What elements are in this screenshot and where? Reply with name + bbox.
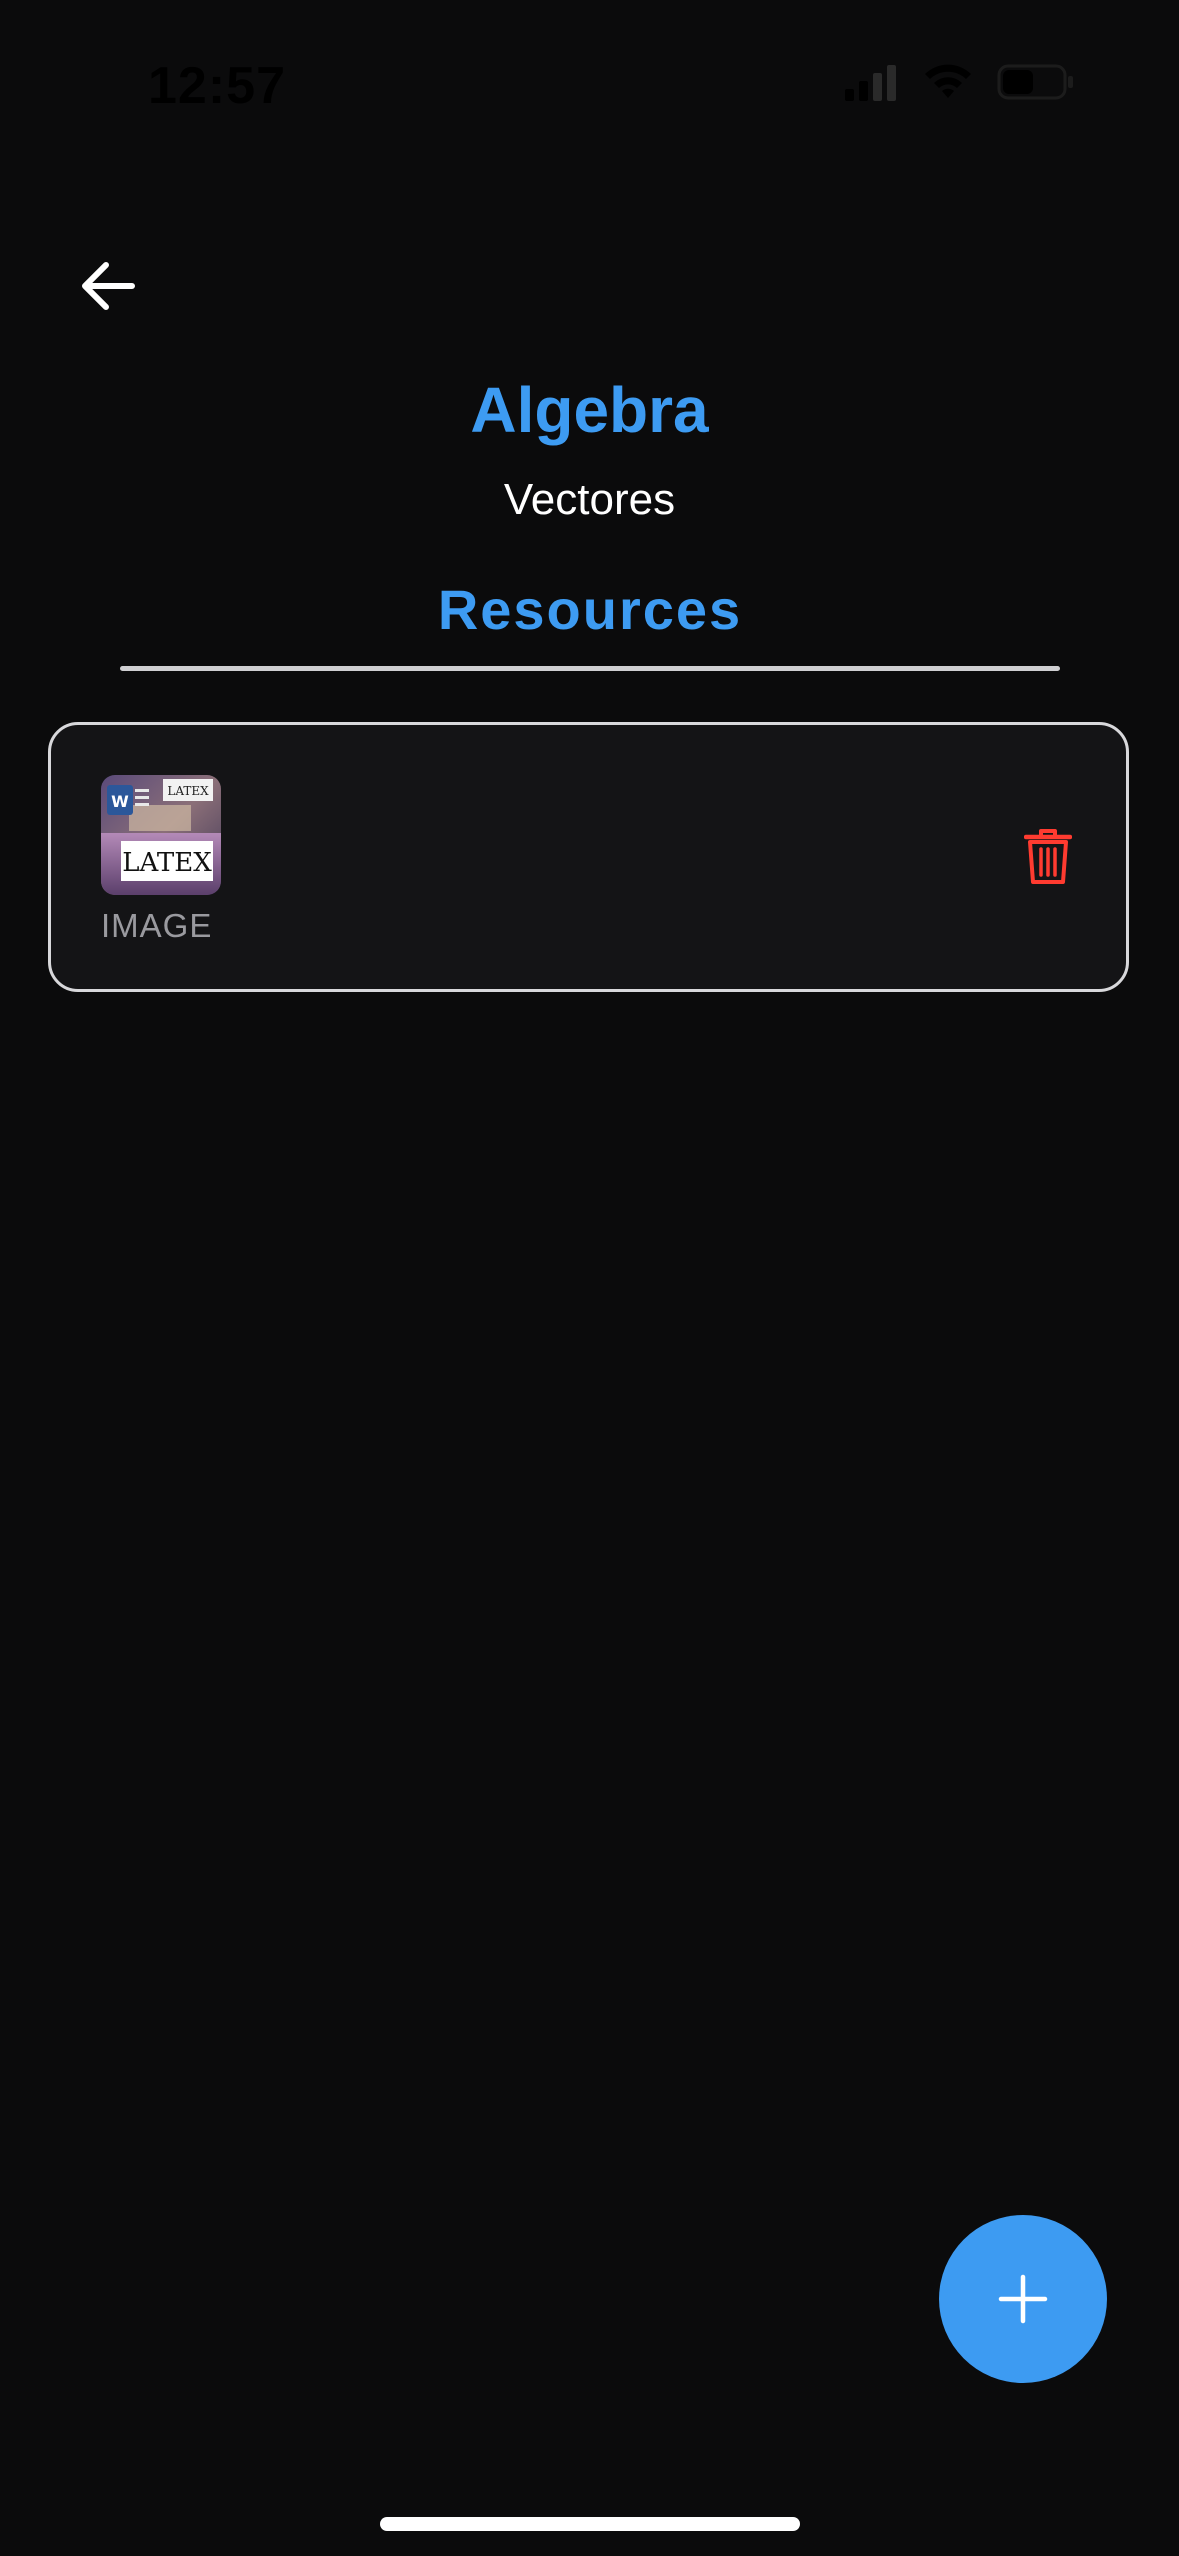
svg-text:W: W (111, 792, 129, 811)
status-bar: 12:57 (0, 0, 1179, 150)
resource-type-label: IMAGE (101, 907, 213, 944)
page-subtitle: Vectores (503, 475, 676, 524)
status-time: 12:57 (148, 57, 286, 115)
tab-label: Resources (437, 578, 743, 641)
cellular-signal-icon (845, 65, 896, 101)
resource-card[interactable]: W LATEX LATEX IMAGE (48, 722, 1129, 992)
battery-icon (997, 64, 1073, 100)
svg-text:LATEX: LATEX (167, 784, 209, 798)
latex-word-image-thumbnail: W LATEX LATEX (101, 775, 221, 895)
resource-thumbnail[interactable]: W LATEX LATEX (101, 775, 221, 895)
tab-resources[interactable]: Resources (120, 572, 1060, 672)
wifi-icon (925, 64, 971, 98)
delete-resource-button[interactable] (1016, 825, 1080, 889)
tab-active-indicator (120, 666, 1060, 671)
trash-icon (1024, 829, 1072, 884)
back-button[interactable] (74, 252, 142, 320)
status-icons (843, 62, 1075, 102)
svg-text:LATEX: LATEX (122, 848, 212, 878)
home-indicator[interactable] (380, 2517, 800, 2531)
page-title: Algebra (470, 374, 709, 446)
add-resource-button[interactable] (939, 2215, 1107, 2383)
arrow-left-icon (82, 262, 135, 310)
plus-icon (998, 2274, 1048, 2324)
